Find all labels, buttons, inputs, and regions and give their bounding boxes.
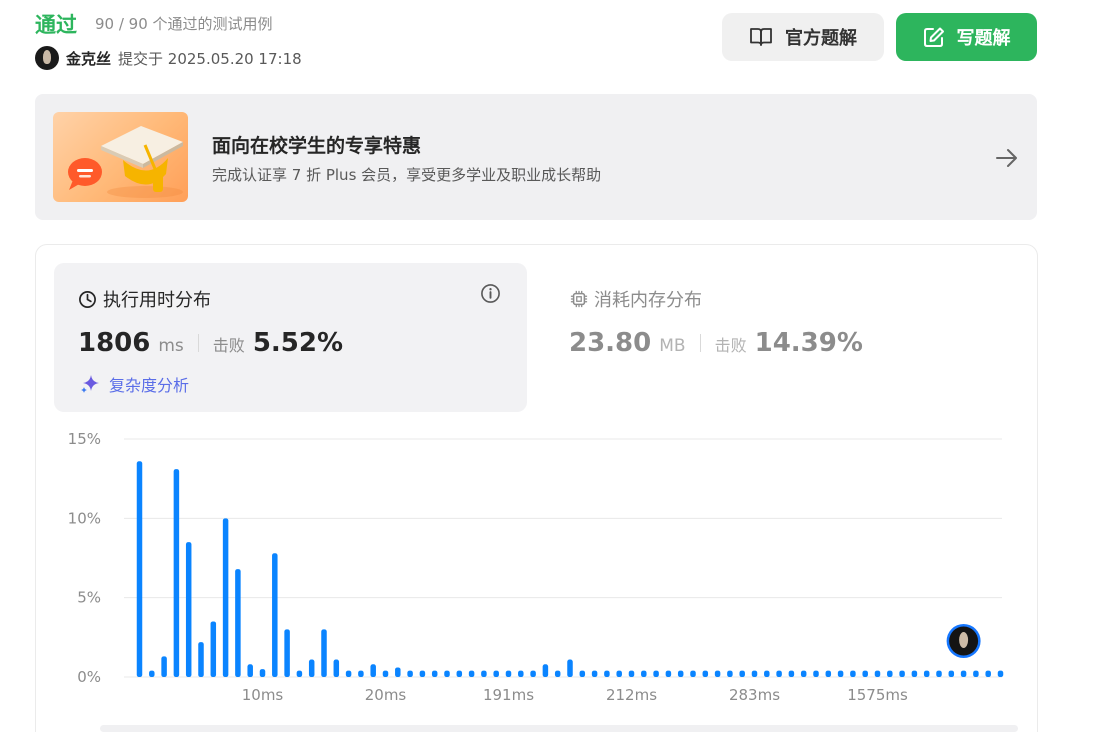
chart-bar[interactable]: [579, 670, 586, 677]
current-submission-marker[interactable]: [946, 624, 981, 658]
chart-bar[interactable]: [616, 670, 622, 677]
chart-bar[interactable]: [431, 670, 438, 677]
chart-bar[interactable]: [345, 670, 352, 677]
chart-bar[interactable]: [247, 664, 253, 677]
chart-bar[interactable]: [727, 670, 733, 677]
chart-bar[interactable]: [825, 670, 832, 677]
chart-bar[interactable]: [874, 670, 881, 677]
y-tick-label: 10%: [68, 509, 101, 527]
chart-bar[interactable]: [272, 553, 278, 677]
chart-bar[interactable]: [493, 670, 499, 677]
chart-bar[interactable]: [518, 670, 524, 677]
chart-bar[interactable]: [800, 670, 807, 677]
chart-bar[interactable]: [198, 642, 204, 677]
chart-bar[interactable]: [690, 670, 696, 677]
chart-bar[interactable]: [973, 670, 979, 677]
chart-bar[interactable]: [567, 659, 573, 677]
chart-bar[interactable]: [911, 670, 918, 677]
chart-bar[interactable]: [591, 670, 598, 677]
chart-bar[interactable]: [530, 670, 536, 677]
chart-bar[interactable]: [382, 670, 389, 677]
chart-bar[interactable]: [936, 670, 942, 677]
y-tick-label: 5%: [77, 589, 101, 607]
chart-bar[interactable]: [235, 569, 241, 677]
chart-bar[interactable]: [407, 670, 413, 677]
chart-bar[interactable]: [948, 670, 955, 677]
chart-bar[interactable]: [333, 659, 340, 677]
x-tick-label: 10ms: [242, 686, 284, 704]
chart-bar[interactable]: [358, 670, 364, 677]
chart-bar[interactable]: [714, 670, 721, 677]
chart-bar[interactable]: [702, 670, 709, 677]
chart-bar[interactable]: [985, 670, 991, 677]
chart-bar[interactable]: [641, 670, 647, 677]
chart-bar[interactable]: [788, 670, 795, 677]
x-tick-label: 191ms: [483, 686, 534, 704]
chart-bar[interactable]: [850, 670, 856, 677]
x-tick-label: 283ms: [729, 686, 780, 704]
x-tick-label: 212ms: [606, 686, 657, 704]
chart-bar[interactable]: [960, 670, 967, 677]
chart-bar[interactable]: [764, 670, 770, 677]
chart-bar[interactable]: [862, 670, 868, 677]
chart-bar[interactable]: [296, 670, 303, 677]
chart-bar[interactable]: [210, 621, 217, 677]
chart-bar[interactable]: [173, 469, 180, 677]
chart-bar[interactable]: [628, 670, 635, 677]
chart-bar[interactable]: [653, 670, 659, 677]
chart-bar[interactable]: [395, 667, 401, 677]
chart-bar[interactable]: [370, 664, 376, 677]
chart-bar[interactable]: [677, 670, 684, 677]
chart-bar[interactable]: [887, 670, 893, 677]
chart-bar[interactable]: [419, 670, 426, 677]
chart-bar[interactable]: [161, 656, 167, 677]
chart-bar[interactable]: [259, 669, 266, 677]
submission-page: 通过 90 / 90 个通过的测试用例 金克丝 提交于 2025.05.20 1…: [0, 0, 1120, 732]
chart-bar[interactable]: [456, 670, 463, 677]
chart-bar[interactable]: [665, 670, 672, 677]
chart-bar[interactable]: [222, 518, 229, 677]
y-tick-label: 0%: [77, 668, 101, 686]
chart-bar[interactable]: [481, 670, 487, 677]
chart-bar[interactable]: [308, 659, 315, 677]
chart-bar[interactable]: [739, 670, 745, 677]
chart-bar[interactable]: [604, 670, 610, 677]
chart-bar[interactable]: [284, 629, 290, 677]
chart-bar[interactable]: [468, 670, 475, 677]
y-tick-label: 15%: [68, 430, 101, 448]
chart-bar[interactable]: [444, 670, 450, 677]
chart-bar[interactable]: [776, 670, 782, 677]
chart-bar[interactable]: [149, 670, 155, 677]
chart-bar[interactable]: [505, 670, 512, 677]
chart-bar[interactable]: [542, 664, 549, 677]
chart-bar[interactable]: [321, 629, 327, 677]
chart-bar[interactable]: [997, 670, 1004, 677]
chart-scrollbar[interactable]: [100, 725, 1018, 732]
avatar-face: [959, 632, 969, 648]
x-tick-label: 1575ms: [847, 686, 908, 704]
x-tick-label: 20ms: [365, 686, 407, 704]
chart-bar[interactable]: [554, 670, 561, 677]
chart-bar[interactable]: [923, 670, 930, 677]
chart-bar[interactable]: [136, 461, 143, 677]
chart-bar[interactable]: [837, 670, 844, 677]
chart-bar[interactable]: [813, 670, 819, 677]
chart-bar[interactable]: [899, 670, 905, 677]
chart-bar[interactable]: [185, 542, 192, 677]
runtime-distribution-chart[interactable]: 0% 5% 10% 15% 10ms 20ms 191ms 212ms 283ms 1575ms: [0, 0, 1120, 732]
chart-bar[interactable]: [751, 670, 758, 677]
